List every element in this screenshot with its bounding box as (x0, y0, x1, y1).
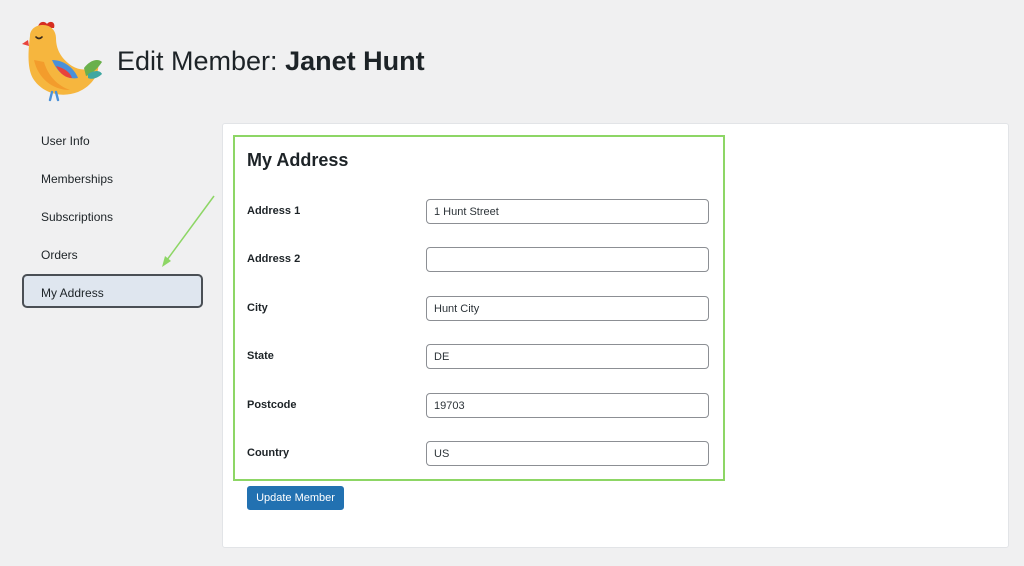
postcode-label: Postcode (247, 399, 297, 411)
chicken-logo-icon (22, 21, 102, 102)
address-1-row: Address 1 (247, 199, 709, 224)
address-2-input[interactable] (426, 247, 709, 272)
address-1-label: Address 1 (247, 205, 301, 217)
update-member-button[interactable]: Update Member (247, 486, 344, 510)
section-title: My Address (247, 150, 349, 170)
state-row: State (247, 344, 709, 369)
sidebar-item-my-address[interactable]: My Address (22, 274, 203, 308)
annotation-arrow-icon (162, 195, 215, 267)
state-label: State (247, 350, 274, 362)
city-row: City (247, 296, 709, 321)
postcode-input[interactable] (426, 393, 709, 418)
city-label: City (247, 302, 268, 314)
page-title: Edit Member: Janet Hunt (117, 44, 425, 78)
address-2-row: Address 2 (247, 247, 709, 272)
city-input[interactable] (426, 296, 709, 321)
postcode-row: Postcode (247, 393, 709, 418)
address-2-label: Address 2 (247, 253, 301, 265)
country-label: Country (247, 447, 290, 459)
page-title-prefix: Edit Member: (117, 46, 278, 76)
state-input[interactable] (426, 344, 709, 369)
edit-member-page: Edit Member: Janet Hunt User Info Member… (0, 0, 1024, 566)
sidebar-item-user-info[interactable]: User Info (22, 122, 203, 156)
member-name: Janet Hunt (285, 46, 425, 76)
country-input[interactable] (426, 441, 709, 466)
country-row: Country (247, 441, 709, 466)
sidebar-item-memberships[interactable]: Memberships (22, 160, 203, 194)
address-1-input[interactable] (426, 199, 709, 224)
